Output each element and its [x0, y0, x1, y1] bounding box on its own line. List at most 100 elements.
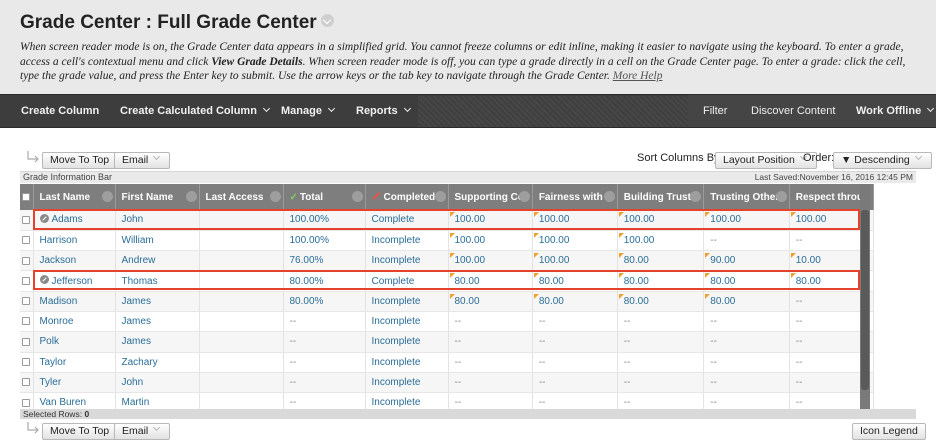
- row-checkbox[interactable]: [22, 358, 31, 367]
- cell-first[interactable]: Andrew: [115, 250, 200, 272]
- cell-completed[interactable]: Complete: [365, 210, 449, 231]
- cell-first[interactable]: John: [115, 372, 200, 394]
- icon-legend-button[interactable]: Icon Legend: [852, 423, 926, 440]
- column-header-last-name[interactable]: Last Name: [33, 184, 116, 210]
- column-menu-icon[interactable]: [518, 191, 530, 202]
- cell-completed[interactable]: Incomplete: [365, 311, 449, 333]
- column-menu-icon[interactable]: [603, 191, 615, 202]
- cell-c3[interactable]: 80.00: [617, 291, 705, 312]
- cell-c2[interactable]: 100.00: [532, 210, 618, 231]
- cell-first[interactable]: John: [115, 210, 200, 231]
- cell-c2[interactable]: 100.00: [532, 230, 618, 252]
- cell-completed[interactable]: Complete: [365, 270, 449, 292]
- cell-last-name[interactable]: Taylor: [33, 352, 116, 373]
- select-all-checkbox[interactable]: [22, 192, 31, 201]
- row-checkbox[interactable]: [22, 297, 31, 306]
- chevron-down-icon[interactable]: [320, 14, 334, 28]
- move-to-top-button[interactable]: Move To Top: [42, 152, 118, 169]
- cell-c1[interactable]: 100.00: [448, 210, 533, 231]
- cell-access[interactable]: [199, 372, 284, 394]
- cell-completed[interactable]: Incomplete: [365, 331, 449, 353]
- row-checkbox[interactable]: [22, 337, 31, 346]
- cell-access[interactable]: [199, 250, 284, 272]
- column-menu-icon[interactable]: [775, 191, 787, 202]
- cell-c4[interactable]: --: [703, 311, 790, 333]
- cell-access[interactable]: [199, 270, 284, 292]
- cell-c1[interactable]: 80.00: [448, 291, 533, 312]
- row-checkbox[interactable]: [22, 398, 31, 407]
- cell-total[interactable]: 100.00%: [283, 230, 366, 252]
- column-header-first-name[interactable]: First Name: [115, 184, 200, 210]
- column-menu-icon[interactable]: [101, 191, 113, 202]
- cell-c1[interactable]: --: [448, 331, 533, 353]
- cell-completed[interactable]: Incomplete: [365, 372, 449, 394]
- cell-first[interactable]: Thomas: [115, 270, 200, 292]
- cell-total[interactable]: --: [283, 331, 366, 353]
- cell-c4[interactable]: --: [703, 352, 790, 373]
- column-header-completed[interactable]: Completed: [365, 184, 449, 210]
- cell-c4[interactable]: --: [703, 372, 790, 394]
- cell-access[interactable]: [199, 352, 284, 373]
- grid-scrollbar-thumb[interactable]: [861, 210, 869, 390]
- cell-c1[interactable]: 100.00: [448, 230, 533, 252]
- column-header-fairness[interactable]: Fairness with C: [532, 184, 618, 210]
- cell-c4[interactable]: --: [703, 230, 790, 252]
- create-column-button[interactable]: Create Column: [21, 95, 99, 127]
- column-menu-icon[interactable]: [269, 191, 281, 202]
- cell-c1[interactable]: 100.00: [448, 250, 533, 272]
- cell-c2[interactable]: 100.00: [532, 250, 618, 272]
- sort-columns-select[interactable]: Layout Position: [715, 152, 817, 169]
- cell-last-name[interactable]: Adams: [33, 210, 116, 231]
- cell-c4[interactable]: 80.00: [703, 270, 790, 292]
- cell-access[interactable]: [199, 311, 284, 333]
- cell-c3[interactable]: 100.00: [617, 230, 705, 252]
- cell-completed[interactable]: Incomplete: [365, 250, 449, 272]
- cell-c3[interactable]: --: [617, 311, 705, 333]
- column-header-supporting[interactable]: Supporting Cor: [448, 184, 533, 210]
- cell-last-name[interactable]: Jackson: [33, 250, 116, 272]
- row-checkbox[interactable]: [22, 317, 31, 326]
- row-checkbox[interactable]: [22, 256, 31, 265]
- manage-menu[interactable]: Manage: [281, 95, 336, 127]
- cell-first[interactable]: James: [115, 291, 200, 312]
- cell-c4[interactable]: --: [703, 331, 790, 353]
- cell-last-name[interactable]: Madison: [33, 291, 116, 312]
- create-calculated-column-menu[interactable]: Create Calculated Column: [120, 95, 270, 127]
- cell-access[interactable]: [199, 210, 284, 231]
- cell-last-name[interactable]: Polk: [33, 331, 116, 353]
- move-to-top-button-bottom[interactable]: Move To Top: [42, 423, 118, 440]
- cell-c2[interactable]: --: [532, 311, 618, 333]
- email-menu-button[interactable]: Email: [114, 152, 171, 169]
- cell-first[interactable]: James: [115, 311, 200, 333]
- cell-access[interactable]: [199, 331, 284, 353]
- cell-c2[interactable]: 80.00: [532, 291, 618, 312]
- work-offline-menu[interactable]: Work Offline: [856, 95, 935, 127]
- cell-c4[interactable]: 80.00: [703, 291, 790, 312]
- cell-c2[interactable]: --: [532, 352, 618, 373]
- row-checkbox[interactable]: [22, 378, 31, 387]
- more-help-link[interactable]: More Help: [613, 70, 663, 82]
- cell-c3[interactable]: --: [617, 372, 705, 394]
- cell-total[interactable]: 80.00%: [283, 270, 366, 292]
- cell-c4[interactable]: 100.00: [703, 210, 790, 231]
- cell-completed[interactable]: Incomplete: [365, 291, 449, 312]
- column-header-building-trust[interactable]: Building Trust v: [617, 184, 705, 210]
- column-menu-icon[interactable]: [351, 191, 363, 202]
- cell-c1[interactable]: --: [448, 311, 533, 333]
- cell-total[interactable]: --: [283, 372, 366, 394]
- cell-c1[interactable]: 80.00: [448, 270, 533, 292]
- cell-last-name[interactable]: Jefferson: [33, 270, 116, 292]
- cell-completed[interactable]: Incomplete: [365, 230, 449, 252]
- cell-first[interactable]: Zachary: [115, 352, 200, 373]
- cell-c4[interactable]: 90.00: [703, 250, 790, 272]
- cell-total[interactable]: --: [283, 311, 366, 333]
- email-menu-button-bottom[interactable]: Email: [114, 423, 171, 440]
- cell-total[interactable]: 100.00%: [283, 210, 366, 231]
- cell-c3[interactable]: --: [617, 352, 705, 373]
- filter-button[interactable]: Filter: [703, 95, 727, 127]
- grid-scrollbar[interactable]: [860, 184, 870, 409]
- column-menu-icon[interactable]: [434, 191, 446, 202]
- cell-c3[interactable]: 80.00: [617, 250, 705, 272]
- column-header-last-access[interactable]: Last Access: [199, 184, 284, 210]
- cell-c2[interactable]: --: [532, 372, 618, 394]
